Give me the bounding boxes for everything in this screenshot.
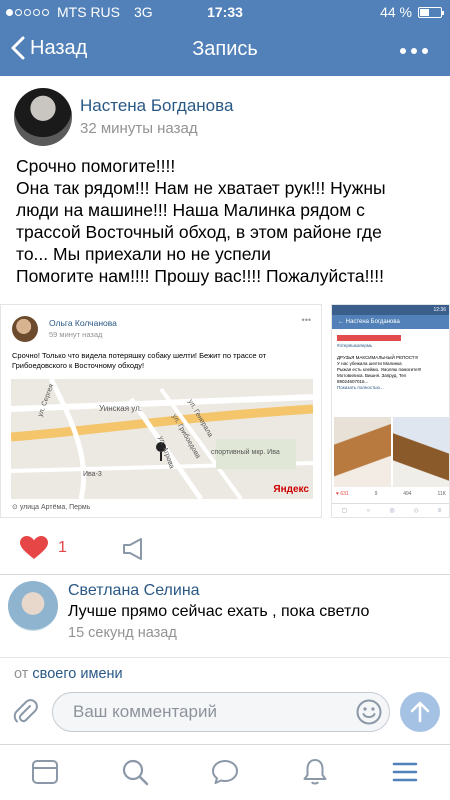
map-label: Ива-3 [83, 471, 102, 478]
shot2-show-more: Показать полностью... [337, 385, 384, 390]
more-options-icon[interactable] [400, 48, 428, 54]
shot1-text: Срочно! Только что видела потеряшку соба… [12, 351, 267, 370]
attached-photo-1[interactable]: Ольга Колчанова 59 минут назад ••• Срочн… [0, 304, 322, 518]
post-text-line: Помогите нам!!!! Прошу вас!!!! Пожалуйст… [16, 266, 385, 286]
comment-text: Лучше прямо сейчас ехать , пока светло [68, 603, 370, 620]
shot2-red-bar [337, 335, 402, 341]
comment-input[interactable] [52, 692, 390, 732]
tab-bar [0, 744, 450, 800]
battery-percent: 44 % [380, 4, 412, 20]
shot2-shares: 494 [403, 491, 412, 497]
dog-photo [334, 417, 391, 487]
page-title: Запись [192, 38, 258, 60]
attached-photo-2[interactable]: 12:36 ← Настена Богданова #отеряшкапермь… [331, 304, 450, 518]
shot2-views: 11K [437, 491, 446, 497]
tab-messages[interactable] [210, 757, 240, 787]
shot2-nav-title-text: Настена Богданова [345, 319, 400, 325]
share-icon[interactable] [122, 536, 148, 560]
battery-icon [418, 6, 444, 18]
paperclip-icon[interactable] [12, 698, 40, 726]
dog-photos [334, 417, 449, 487]
tab-menu[interactable] [390, 757, 420, 787]
post-as-row: от своего имени [14, 666, 123, 682]
shot2-status-bar: 12:36 [332, 305, 449, 315]
post-text-line: то... Мы приехали но не успели [16, 244, 271, 264]
commenter-avatar[interactable] [8, 581, 58, 631]
post-text-line: трассой Восточный обход, в этом районе г… [16, 222, 382, 242]
tab-search[interactable] [120, 757, 150, 787]
shot1-menu-icon: ••• [301, 315, 311, 325]
dog-photo [392, 417, 449, 487]
divider [0, 657, 450, 658]
post-text-line: люди на машине!!! Наша Малинка рядом с [16, 200, 365, 220]
like-button[interactable]: 1 [20, 536, 67, 560]
emoji-icon[interactable] [356, 699, 382, 725]
shot2-stats: ♥ 631 9 494 11K [336, 491, 446, 497]
post-author-name[interactable]: Настена Богданова [80, 96, 233, 116]
shot2-comments: 9 [374, 491, 378, 497]
post-text-line: Срочно помогите!!!! [16, 156, 176, 176]
divider [0, 574, 450, 575]
comment-time: 15 секунд назад [68, 625, 177, 641]
shot1-time: 59 минут назад [49, 330, 103, 339]
status-bar: MTS RUS 3G 17:33 44 % [0, 0, 450, 24]
shot2-likes: ♥ 631 [336, 491, 349, 497]
shot2-tabbar: ▢ ○ ◎ ◇ ≡ [332, 503, 449, 517]
shot1-avatar [12, 316, 38, 342]
shot1-location: ⊙ улица Артёма, Пермь [12, 504, 91, 511]
map-image: Уинская ул. ул. Генерала спортивный мкр.… [11, 379, 313, 499]
like-count: 1 [58, 539, 67, 556]
shot2-hashtag: #отеряшкапермь [337, 343, 373, 348]
post-as-selector[interactable]: своего имени [32, 666, 122, 682]
send-button[interactable] [400, 692, 440, 732]
navigation-bar: Назад Запись [0, 24, 450, 76]
comment-author[interactable]: Светлана Селина [68, 582, 200, 600]
map-label: Уинская ул. [99, 404, 143, 413]
shot2-nav-title: ← Настена Богданова [332, 315, 449, 329]
author-avatar[interactable] [14, 88, 72, 146]
shot1-location-text: улица Артёма, Пермь [19, 504, 91, 511]
shot1-author: Ольга Колчанова [49, 318, 117, 328]
post-as-prefix: от [14, 666, 29, 682]
shot2-likes-count: 631 [340, 491, 349, 497]
post-text-line: Она так рядом!!! Нам не хватает рук!!! Н… [16, 178, 386, 198]
map-brand: Яндекс [273, 484, 309, 495]
tab-notifications[interactable] [300, 757, 330, 787]
post-text: Срочно помогите!!!! Она так рядом!!! Нам… [16, 155, 436, 287]
arrow-up-icon [410, 701, 430, 723]
heart-icon [20, 536, 48, 559]
tab-news[interactable] [30, 757, 60, 787]
map-label: спортивный мкр. Ива [211, 449, 280, 456]
post-time: 32 минуты назад [80, 120, 198, 137]
